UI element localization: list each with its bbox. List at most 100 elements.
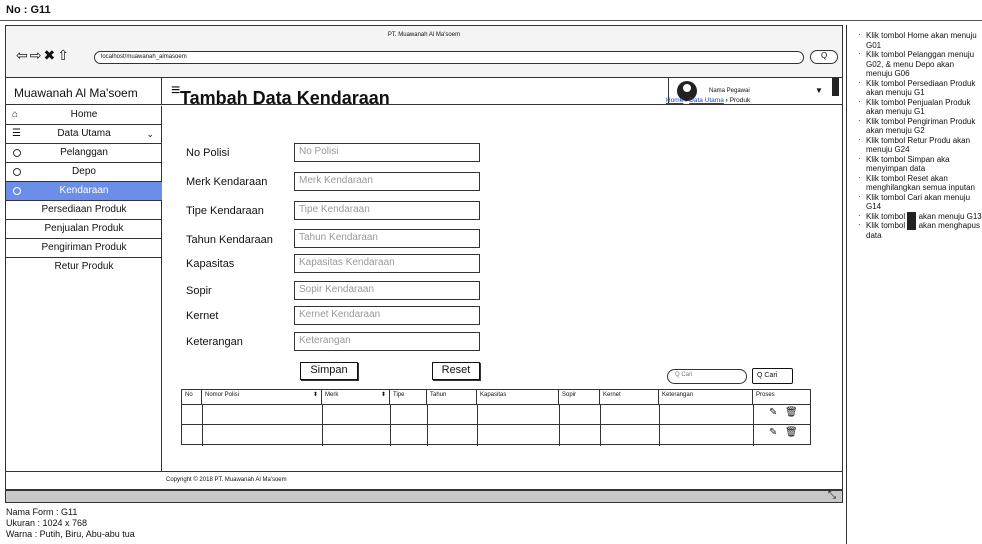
breadcrumb: Home › Data Utama › Produk <box>666 97 751 104</box>
col-header: Kernet <box>600 390 659 404</box>
sidebar-item-depo[interactable]: Depo <box>6 163 162 182</box>
edit-icon[interactable]: ✎ <box>769 427 777 438</box>
edit-icon[interactable]: ✎ <box>769 407 777 418</box>
sidebar: ⌂ Home ☰ Data Utama ⌄ Pelanggan Depo Kendar… <box>6 106 162 471</box>
col-divider <box>659 404 660 446</box>
note: Klik tombol Simpan aka menyimpan data <box>858 154 982 174</box>
reset-button[interactable]: Reset <box>432 362 480 380</box>
url-bar[interactable]: localhost/muawanah_almasoem <box>94 51 804 64</box>
user-name: Nama Pegawai <box>709 88 750 94</box>
form-info: Nama Form : G11 Ukuran : 1024 x 768 Warn… <box>6 507 135 540</box>
tahun-input[interactable]: Tahun Kendaraan <box>294 229 480 248</box>
form-size: Ukuran : 1024 x 768 <box>6 518 88 528</box>
keterangan-input[interactable]: Keterangan <box>294 332 480 351</box>
kernet-input[interactable]: Kernet Kendaraan <box>294 306 480 325</box>
note: Klik tombol Persediaan Produk akan menuj… <box>858 78 982 98</box>
browser-search[interactable]: Q <box>810 50 838 64</box>
col-label: Merk <box>325 392 339 398</box>
kapasitas-input[interactable]: Kapasitas Kendaraan <box>294 254 480 273</box>
home-icon: ⌂ <box>12 109 19 120</box>
nav-icons: ⇦⇨✖⇧ <box>16 47 71 64</box>
col-header: No <box>182 390 202 404</box>
breadcrumb-home[interactable]: Home <box>666 97 683 104</box>
sidebar-item-label: Data Utama <box>57 128 111 139</box>
note: Klik tombol Home akan menuju G01 <box>858 30 982 50</box>
home-icon[interactable]: ⇧ <box>57 47 71 63</box>
sidebar-item-kendaraan[interactable]: Kendaraan <box>6 182 162 201</box>
sidebar-item-data-utama[interactable]: ☰ Data Utama ⌄ <box>6 125 162 144</box>
search-input[interactable]: Q Cari <box>667 369 747 384</box>
edit-icon <box>907 211 917 221</box>
note: Klik tombol Retur Produ akan menuju G24 <box>858 135 982 155</box>
field-label: Kernet <box>186 310 219 322</box>
scrollbar[interactable] <box>832 78 839 96</box>
sidebar-item-retur[interactable]: Retur Produk <box>6 258 162 277</box>
database-icon: ☰ <box>12 128 21 139</box>
search-button[interactable]: Q Cari <box>752 368 793 384</box>
chevron-down-icon: ⌄ <box>146 129 154 139</box>
sidebar-item-label: Depo <box>72 166 96 177</box>
sidebar-item-home[interactable]: ⌂ Home <box>6 106 162 125</box>
col-divider <box>559 404 560 446</box>
merk-input[interactable]: Merk Kendaraan <box>294 172 480 191</box>
status-bar: ⤡ <box>5 490 843 503</box>
field-label: Tahun Kendaraan <box>186 234 273 246</box>
radio-icon <box>13 149 21 157</box>
col-header: Kapasitas <box>477 390 559 404</box>
field-label: Sopir <box>186 285 212 297</box>
col-header[interactable]: Nomor Polisi ⬍ <box>202 390 322 404</box>
radio-icon <box>13 168 21 176</box>
row-divider <box>182 404 810 405</box>
chevron-down-icon[interactable]: ▼ <box>815 86 823 95</box>
footer: Copyright © 2018 PT. Muawanah Al Ma'soem <box>6 471 842 491</box>
trash-icon <box>907 221 917 231</box>
note: Klik tombol Pengiriman Produk akan menuj… <box>858 116 982 136</box>
col-divider <box>427 404 428 446</box>
sidebar-item-label: Persediaan Produk <box>41 204 127 215</box>
note: Klik tombol akan menuju G13 <box>858 211 982 222</box>
sopir-input[interactable]: Sopir Kendaraan <box>294 281 480 300</box>
row-divider <box>182 424 810 425</box>
browser-titlebar: PT. Muawanah Al Ma'soem ⇦⇨✖⇧ localhost/m… <box>6 26 842 78</box>
divider <box>0 20 982 21</box>
col-header: Tipe <box>390 390 427 404</box>
col-header[interactable]: Merk ⬍ <box>322 390 390 404</box>
close-icon[interactable]: ✖ <box>43 47 57 63</box>
col-header: Sopir <box>559 390 600 404</box>
col-header: Keterangan <box>659 390 753 404</box>
form-code: No : G11 <box>6 4 51 16</box>
tipe-input[interactable]: Tipe Kendaraan <box>294 201 480 220</box>
col-header: Tahun <box>427 390 477 404</box>
brand: Muawanah Al Ma'soem <box>6 78 162 105</box>
col-label: Nomor Polisi <box>205 392 240 398</box>
col-divider <box>600 404 601 446</box>
sidebar-item-label: Home <box>70 109 98 120</box>
notes-divider <box>846 25 847 544</box>
sidebar-item-penjualan[interactable]: Penjualan Produk <box>6 220 162 239</box>
forward-icon[interactable]: ⇨ <box>30 47 44 63</box>
sidebar-item-pelanggan[interactable]: Pelanggan <box>6 144 162 163</box>
sidebar-item-persediaan[interactable]: Persediaan Produk <box>6 201 162 220</box>
sort-icon[interactable]: ⬍ <box>381 391 386 398</box>
trash-icon[interactable]: 🗑 <box>785 427 798 438</box>
note-text: Klik tombol <box>866 221 906 230</box>
notes-panel: Klik tombol Home akan menuju G01 Klik to… <box>852 25 982 544</box>
resize-icon[interactable]: ⤡ <box>828 490 836 501</box>
simpan-button[interactable]: Simpan <box>300 362 358 380</box>
breadcrumb-data-utama[interactable]: Data Utama <box>689 97 724 104</box>
field-label: Tipe Kendaraan <box>186 205 264 217</box>
back-icon[interactable]: ⇦ <box>16 47 30 63</box>
page-title: Tambah Data Kendaraan <box>180 88 390 108</box>
field-label: Kapasitas <box>186 258 235 270</box>
note: Klik tombol Reset akan menghilangkan sem… <box>858 173 982 193</box>
sidebar-item-pengiriman[interactable]: Pengiriman Produk <box>6 239 162 258</box>
col-divider <box>322 404 323 446</box>
sort-icon[interactable]: ⬍ <box>313 391 318 398</box>
note: Klik tombol Pelanggan menuju G02, & menu… <box>858 49 982 79</box>
form-colors: Warna : Putih, Biru, Abu-abu tua <box>6 529 135 539</box>
note: Klik tombol Cari akan menuju G14 <box>858 192 982 212</box>
trash-icon[interactable]: 🗑 <box>785 407 798 418</box>
note-text: Klik tombol <box>866 211 906 221</box>
menu-icon[interactable]: ≡ <box>171 82 180 100</box>
no-polisi-input[interactable]: No Polisi <box>294 143 480 162</box>
